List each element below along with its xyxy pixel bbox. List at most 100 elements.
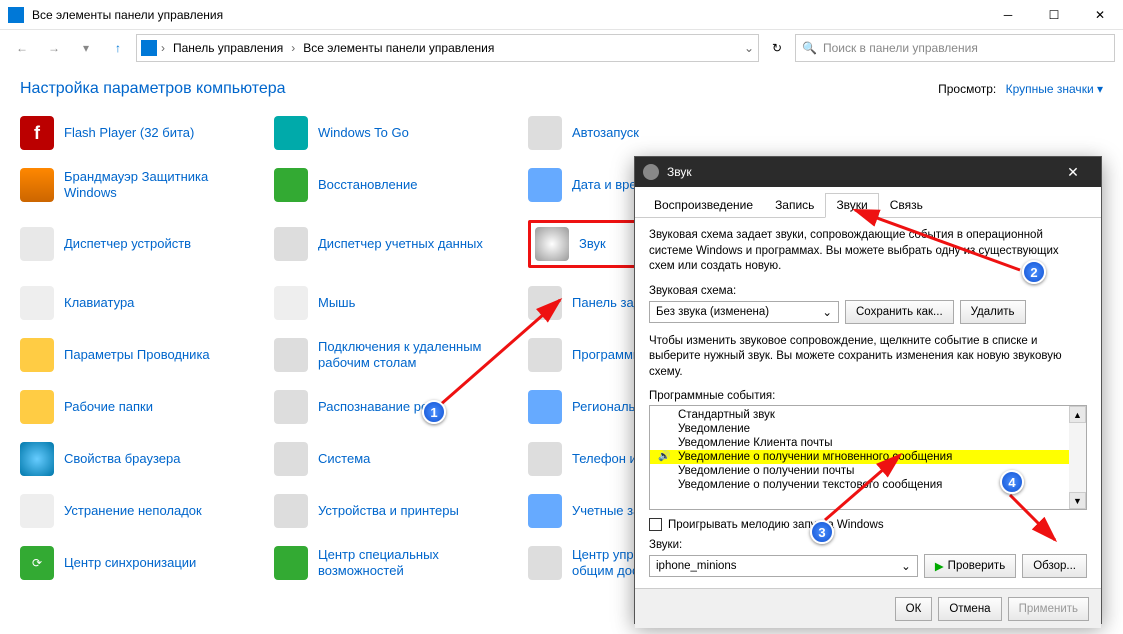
sound-file-value: iphone_minions: [656, 560, 737, 572]
item-flash-player[interactable]: fFlash Player (32 бита): [20, 116, 260, 150]
crumb-all-items[interactable]: Все элементы панели управления: [299, 41, 498, 55]
event-item-selected[interactable]: Уведомление о получении мгновенного сооб…: [650, 450, 1086, 464]
item-keyboard[interactable]: Клавиатура: [20, 286, 260, 320]
scroll-down-button[interactable]: ▼: [1069, 492, 1086, 509]
microphone-icon: [274, 390, 308, 424]
scheme-value: Без звука (изменена): [656, 306, 769, 318]
scroll-up-button[interactable]: ▲: [1069, 406, 1086, 423]
autorun-icon: [528, 116, 562, 150]
item-label: Автозапуск: [572, 125, 639, 141]
titlebar: Все элементы панели управления ─ ☐ ✕: [0, 0, 1123, 30]
sound-dialog: Звук ✕ Воспроизведение Запись Звуки Связ…: [634, 156, 1102, 624]
minimize-button[interactable]: ─: [985, 0, 1031, 30]
remote-icon: [274, 338, 308, 372]
events-label: Программные события:: [649, 390, 1087, 402]
item-accessibility[interactable]: Центр специальных возможностей: [274, 546, 514, 580]
dialog-titlebar[interactable]: Звук ✕: [635, 157, 1101, 187]
folder-options-icon: [20, 338, 54, 372]
cancel-button[interactable]: Отмена: [938, 597, 1001, 621]
dialog-title: Звук: [667, 165, 1053, 179]
item-devices-printers[interactable]: Устройства и принтеры: [274, 494, 514, 528]
events-listbox[interactable]: Стандартный звук Уведомление Уведомление…: [649, 405, 1087, 510]
tab-playback[interactable]: Воспроизведение: [643, 193, 764, 217]
flash-icon: f: [20, 116, 54, 150]
item-remote-desktop[interactable]: Подключения к удаленным рабочим столам: [274, 338, 514, 372]
item-label: Звук: [579, 236, 606, 252]
view-selector[interactable]: Крупные значки ▾: [1006, 82, 1103, 96]
item-browser-options[interactable]: Свойства браузера: [20, 442, 260, 476]
recent-dropdown[interactable]: ▾: [72, 34, 100, 62]
events-description: Чтобы изменить звуковое сопровождение, щ…: [649, 334, 1087, 381]
item-restore[interactable]: Восстановление: [274, 168, 514, 202]
item-windows-to-go[interactable]: Windows To Go: [274, 116, 514, 150]
play-button[interactable]: ▶Проверить: [924, 554, 1016, 578]
breadcrumb[interactable]: › Панель управления › Все элементы панел…: [136, 34, 759, 62]
maximize-button[interactable]: ☐: [1031, 0, 1077, 30]
apply-button[interactable]: Применить: [1008, 597, 1089, 621]
calendar-icon: [528, 168, 562, 202]
printer-icon: [274, 494, 308, 528]
taskbar-icon: [528, 286, 562, 320]
delete-button[interactable]: Удалить: [960, 300, 1026, 324]
refresh-button[interactable]: ↻: [763, 34, 791, 62]
item-label: Параметры Проводника: [64, 347, 210, 363]
item-credential-manager[interactable]: Диспетчер учетных данных: [274, 220, 514, 268]
item-autorun[interactable]: Автозапуск: [528, 116, 768, 150]
up-button[interactable]: ↑: [104, 34, 132, 62]
device-icon: [20, 227, 54, 261]
item-speech[interactable]: Распознавание речи: [274, 390, 514, 424]
close-button[interactable]: ✕: [1077, 0, 1123, 30]
scheme-label: Звуковая схема:: [649, 285, 1087, 297]
crumb-control-panel[interactable]: Панель управления: [169, 41, 287, 55]
tab-record[interactable]: Запись: [764, 193, 825, 217]
internet-icon: [20, 442, 54, 476]
event-item[interactable]: Уведомление: [650, 422, 1086, 436]
search-input[interactable]: 🔍 Поиск в панели управления: [795, 34, 1115, 62]
item-work-folders[interactable]: Рабочие папки: [20, 390, 260, 424]
item-label: Брандмауэр Защитника Windows: [64, 169, 260, 200]
breadcrumb-dropdown[interactable]: ⌄: [744, 41, 754, 55]
keyboard-icon: [20, 286, 54, 320]
item-system[interactable]: Система: [274, 442, 514, 476]
forward-button[interactable]: →: [40, 34, 68, 62]
item-troubleshoot[interactable]: Устранение неполадок: [20, 494, 260, 528]
sounds-label: Звуки:: [649, 539, 1087, 551]
dialog-close-button[interactable]: ✕: [1053, 164, 1093, 181]
togo-icon: [274, 116, 308, 150]
event-item[interactable]: Стандартный звук: [650, 408, 1086, 422]
startup-sound-checkbox[interactable]: [649, 518, 662, 531]
item-label: Центр специальных возможностей: [318, 547, 514, 578]
chevron-icon: ›: [291, 41, 295, 55]
item-label: Восстановление: [318, 177, 417, 193]
content-header: Настройка параметров компьютера Просмотр…: [0, 66, 1123, 106]
item-sync-center[interactable]: ⟳Центр синхронизации: [20, 546, 260, 580]
window-title: Все элементы панели управления: [32, 8, 985, 22]
event-item[interactable]: Уведомление Клиента почты: [650, 436, 1086, 450]
sync-icon: ⟳: [20, 546, 54, 580]
speaker-icon: [643, 164, 659, 180]
view-label: Просмотр:: [938, 82, 996, 96]
scheme-select[interactable]: Без звука (изменена)⌄: [649, 301, 839, 323]
save-as-button[interactable]: Сохранить как...: [845, 300, 954, 324]
item-label: Подключения к удаленным рабочим столам: [318, 339, 514, 370]
startup-sound-label: Проигрывать мелодию запуска Windows: [668, 519, 884, 531]
tab-sounds[interactable]: Звуки: [825, 193, 878, 218]
item-label: Устройства и принтеры: [318, 503, 459, 519]
sound-file-select[interactable]: iphone_minions⌄: [649, 555, 918, 577]
programs-icon: [528, 338, 562, 372]
ok-button[interactable]: ОК: [895, 597, 933, 621]
item-label: Мышь: [318, 295, 355, 311]
play-icon: ▶: [935, 559, 944, 573]
item-device-manager[interactable]: Диспетчер устройств: [20, 220, 260, 268]
scrollbar-track[interactable]: [1069, 423, 1086, 492]
control-panel-icon: [8, 7, 24, 23]
back-button[interactable]: ←: [8, 34, 36, 62]
chevron-icon: ›: [161, 41, 165, 55]
item-explorer-options[interactable]: Параметры Проводника: [20, 338, 260, 372]
tab-communication[interactable]: Связь: [879, 193, 934, 217]
item-mouse[interactable]: Мышь: [274, 286, 514, 320]
credentials-icon: [274, 227, 308, 261]
browse-button[interactable]: Обзор...: [1022, 554, 1087, 578]
item-firewall[interactable]: Брандмауэр Защитника Windows: [20, 168, 260, 202]
page-title: Настройка параметров компьютера: [20, 80, 286, 98]
